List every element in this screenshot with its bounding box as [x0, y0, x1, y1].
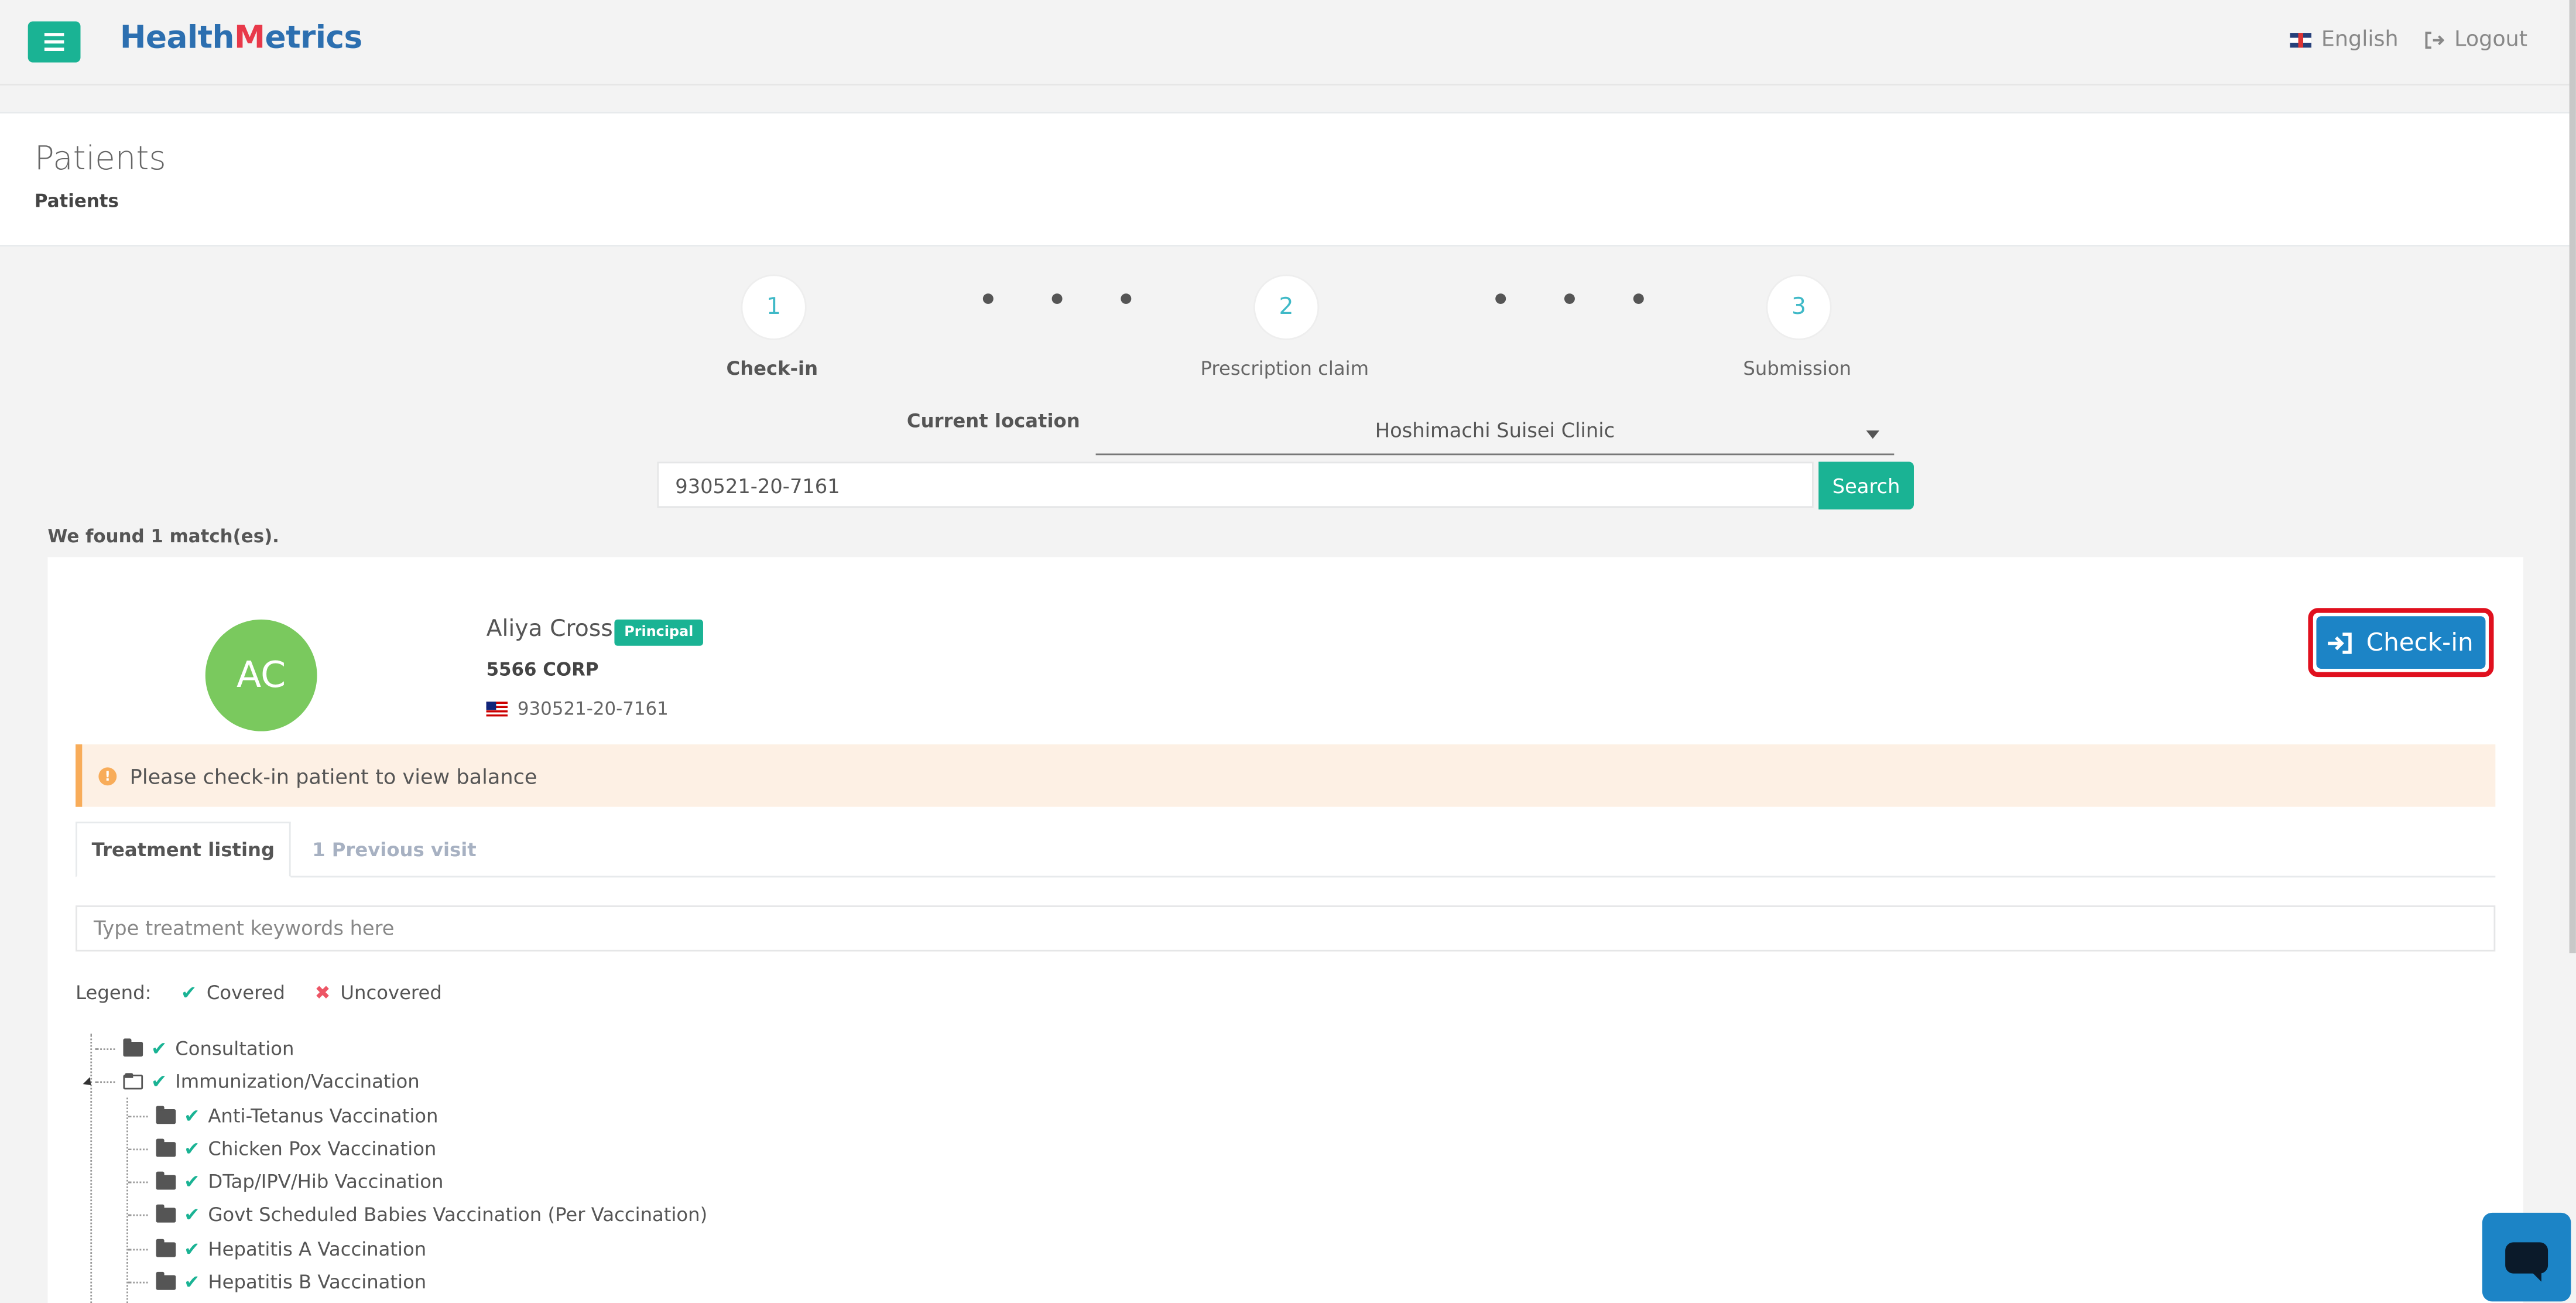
- check-icon: ✔: [181, 981, 197, 1004]
- hamburger-menu-button[interactable]: [28, 21, 81, 63]
- top-navbar: [0, 0, 2576, 86]
- malaysia-flag-icon: [486, 702, 508, 717]
- tree-item-dtap[interactable]: ✔ DTap/IPV/Hib Vaccination: [128, 1167, 444, 1196]
- folder-icon: [156, 1203, 176, 1222]
- check-icon: ✔: [184, 1202, 200, 1226]
- tree-connector: [90, 1033, 93, 1303]
- tree-item-label: Anti-Tetanus Vaccination: [208, 1104, 439, 1127]
- cross-icon: ✖: [314, 981, 331, 1004]
- tab-previous-visit[interactable]: 1 Previous visit: [296, 822, 493, 877]
- sign-out-icon: [2425, 32, 2445, 49]
- tree-item-label: Immunization/Vaccination: [175, 1069, 420, 1093]
- tree-item-label: Govt Scheduled Babies Vaccination (Per V…: [208, 1202, 708, 1226]
- results-summary: We found 1 match(es).: [47, 525, 279, 548]
- step-3-label: Submission: [1743, 356, 1852, 380]
- logout-link[interactable]: Logout: [2425, 28, 2527, 53]
- chat-widget-button[interactable]: [2482, 1212, 2571, 1302]
- legend-uncovered: Uncovered: [340, 981, 442, 1004]
- healthmetrics-logo[interactable]: HealthMetrics: [120, 20, 362, 56]
- checkin-button-label: Check-in: [2366, 627, 2474, 658]
- tree-item-label: DTap/IPV/Hib Vaccination: [208, 1169, 444, 1193]
- folder-open-icon: [123, 1072, 143, 1089]
- coverage-legend: Legend: ✔ Covered ✖ Uncovered: [76, 981, 442, 1004]
- tree-item-govt-babies[interactable]: ✔ Govt Scheduled Babies Vaccination (Per…: [128, 1199, 707, 1229]
- avatar: AC: [205, 619, 317, 731]
- check-icon: ✔: [151, 1069, 167, 1093]
- tree-item-hepatitis-a[interactable]: ✔ Hepatitis A Vaccination: [128, 1234, 426, 1264]
- sign-in-icon: [2328, 631, 2352, 654]
- tree-item-label: Hepatitis B Vaccination: [208, 1270, 427, 1294]
- folder-icon: [123, 1037, 143, 1056]
- location-select[interactable]: Hoshimachi Suisei Clinic: [1095, 411, 1895, 456]
- step-1-circle: 1: [741, 274, 807, 340]
- folder-icon: [156, 1138, 176, 1157]
- treatment-keyword-input[interactable]: Type treatment keywords here: [76, 905, 2496, 952]
- language-selector[interactable]: English: [2290, 28, 2399, 53]
- folder-icon: [156, 1171, 176, 1189]
- breadcrumb: Patients: [34, 190, 119, 212]
- folder-icon: [156, 1271, 176, 1290]
- check-icon: ✔: [151, 1037, 167, 1060]
- tree-item-label: Hepatitis A Vaccination: [208, 1237, 427, 1261]
- check-icon: ✔: [184, 1237, 200, 1261]
- tree-item-consultation[interactable]: ✔ Consultation: [95, 1034, 294, 1063]
- step-2-label: Prescription claim: [1200, 356, 1369, 380]
- check-icon: ✔: [184, 1169, 200, 1193]
- step-3-circle: 3: [1766, 274, 1832, 340]
- status-badge: Principal: [614, 619, 704, 646]
- exclamation-circle-icon: !: [98, 766, 117, 785]
- tree-item-chicken-pox[interactable]: ✔ Chicken Pox Vaccination: [128, 1134, 437, 1164]
- logout-label: Logout: [2454, 28, 2528, 53]
- legend-label: Legend:: [76, 981, 152, 1004]
- check-icon: ✔: [184, 1270, 200, 1294]
- patient-name: Aliya Cross: [486, 616, 613, 643]
- tree-item-label: Consultation: [175, 1037, 294, 1060]
- legend-covered: Covered: [206, 981, 286, 1004]
- patient-id-number: 930521-20-7161: [517, 698, 669, 720]
- patient-id-row: 930521-20-7161: [486, 698, 669, 720]
- folder-icon: [156, 1105, 176, 1123]
- checkin-button[interactable]: Check-in: [2316, 616, 2486, 669]
- check-icon: ✔: [184, 1104, 200, 1127]
- tree-item-immunization[interactable]: ✔ Immunization/Vaccination: [95, 1066, 420, 1096]
- search-button[interactable]: Search: [1818, 461, 1914, 509]
- page-scrollbar[interactable]: [2569, 0, 2576, 953]
- page-title: Patients: [34, 138, 166, 178]
- language-label: English: [2321, 28, 2399, 53]
- step-1-label: Check-in: [726, 356, 818, 380]
- balance-alert: ! Please check-in patient to view balanc…: [76, 744, 2496, 807]
- tree-item-anti-tetanus[interactable]: ✔ Anti-Tetanus Vaccination: [128, 1101, 439, 1131]
- checkin-button-highlight: Check-in: [2308, 608, 2494, 678]
- patient-search-input[interactable]: 930521-20-7161: [657, 461, 1814, 508]
- chat-bubble-icon: [2505, 1241, 2548, 1281]
- caret-down-icon: [1866, 430, 1880, 439]
- uk-flag-icon: [2290, 33, 2312, 48]
- check-icon: ✔: [184, 1137, 200, 1161]
- step-separator: • • •: [977, 281, 1155, 322]
- folder-icon: [156, 1238, 176, 1257]
- page-header: [0, 111, 2576, 247]
- step-2-circle: 2: [1253, 274, 1320, 340]
- hamburger-icon: [44, 33, 64, 51]
- patient-company: 5566 CORP: [486, 659, 599, 680]
- alert-text: Please check-in patient to view balance: [129, 763, 537, 788]
- current-location-label: Current location: [906, 409, 1080, 432]
- tree-item-label: Chicken Pox Vaccination: [208, 1137, 437, 1161]
- tree-item-hepatitis-b[interactable]: ✔ Hepatitis B Vaccination: [128, 1267, 426, 1297]
- tab-treatment-listing[interactable]: Treatment listing: [76, 822, 291, 878]
- step-separator: • • •: [1490, 281, 1667, 322]
